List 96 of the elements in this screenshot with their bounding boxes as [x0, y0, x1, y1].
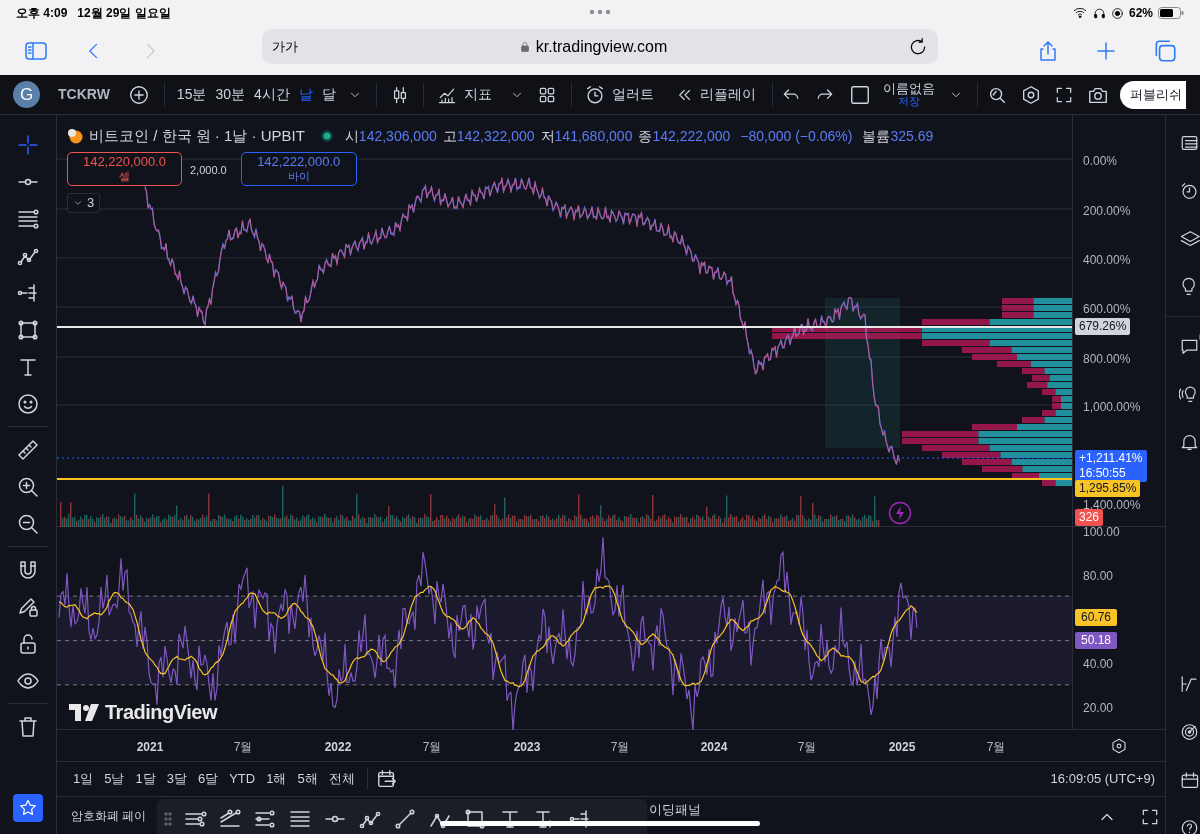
interval-tab[interactable]: 15분 [176, 84, 207, 105]
square-icon[interactable] [848, 83, 871, 106]
price-tag: 326 [1075, 509, 1104, 526]
sell-button[interactable]: 142,220,000.0 셀 [67, 152, 182, 186]
price-chart[interactable]: 비트코인 / 한국 원 · 1날 · UPBIT 시142,306,000 고142,322,000 저141,680,000 종142,222,000 −80,000 (−0.06%) 볼륨325.69 142,220,000.0 셀 2,000.0 142,222,000.0 바이 3 [57, 115, 1072, 527]
time-axis-label: 2021 [136, 739, 164, 756]
interval-tab[interactable]: 날 [298, 84, 313, 105]
text-size-button[interactable]: 가가 [272, 36, 298, 57]
buy-button[interactable]: 142,222,000.0 바이 [240, 152, 357, 186]
price-tag: 1,295.85% [1075, 480, 1141, 497]
wifi-icon [1071, 6, 1088, 20]
favorites-button[interactable] [13, 794, 43, 822]
time-axis-label: 7월 [986, 739, 1006, 756]
avatar[interactable]: G [13, 81, 40, 108]
url-text: kr.tradingview.com [535, 36, 668, 57]
range-button[interactable]: 3달 [166, 769, 187, 789]
go-to-date-icon[interactable] [375, 768, 398, 790]
interval-tab[interactable]: 4시간 [254, 84, 290, 105]
ohlc-value: 시142,306,000 [344, 126, 437, 146]
drag-handle-icon[interactable] [163, 810, 173, 828]
axis-label: 40.00 [1083, 656, 1114, 673]
add-circle-icon[interactable] [127, 83, 150, 106]
time-axis-label: 2024 [700, 739, 728, 756]
price-tag: 679.26% [1075, 318, 1131, 335]
time-axis-label: 7월 [422, 739, 442, 756]
range-button[interactable]: 1해 [266, 769, 287, 789]
price-tag: 50.18 [1075, 632, 1118, 649]
time-axis-label: 7월 [233, 739, 253, 756]
ohlc-value: 고142,322,000 [442, 126, 535, 146]
axis-label: 200.00% [1083, 203, 1131, 220]
layout-name-button[interactable]: 이름없음 저장 [882, 82, 935, 107]
publish-button[interactable]: 퍼블리쉬 [1119, 80, 1186, 109]
indicators-button[interactable]: 지표 [435, 84, 492, 105]
alert-button[interactable]: 얼러트 [583, 83, 654, 106]
multitask-dots-icon[interactable] [589, 9, 611, 15]
price-tag: 60.76 [1075, 609, 1118, 626]
range-button[interactable]: 5날 [104, 769, 125, 789]
axis-settings-icon[interactable] [1110, 737, 1128, 755]
time-axis-label: 7월 [610, 739, 630, 756]
bitcoin-logo-icon [67, 128, 83, 145]
ruler-icon[interactable] [16, 437, 40, 462]
price-axis[interactable]: 0.00% 200.00% 400.00% 600.00% 800.00% 1,000.00% 1,400.00% 679.26% +1,211.41% 16:50:55 1,295.85% 326 [1072, 115, 1165, 526]
range-button[interactable]: 전체 [328, 769, 355, 789]
change-value: −80,000 (−0.06%) [740, 126, 853, 146]
panel-tab-text[interactable]: 이딩패널 [649, 800, 701, 820]
battery-icon [1158, 7, 1184, 19]
range-button[interactable]: 5해 [297, 769, 318, 789]
headphones-icon [1092, 6, 1106, 20]
interval-tab[interactable]: 달 [321, 84, 336, 105]
panel-tab[interactable]: 암호화폐 페이 [71, 806, 147, 825]
range-button[interactable]: 1일 [73, 769, 94, 789]
volume-value: 볼륨325.69 [862, 126, 934, 146]
axis-label: 100.00 [1083, 524, 1120, 541]
crosshair-icon[interactable] [16, 132, 40, 157]
star-icon [18, 798, 38, 818]
time-axis-label: 7월 [797, 739, 817, 756]
range-button[interactable]: YTD [229, 769, 256, 789]
address-bar[interactable]: 가가 kr.tradingview.com [262, 29, 938, 64]
range-button[interactable]: 6달 [197, 769, 219, 789]
time-axis-label: 2022 [324, 739, 352, 756]
axis-label: 20.00 [1083, 700, 1114, 717]
axis-label: 800.00% [1083, 351, 1131, 368]
tradingview-logo-icon [69, 703, 99, 721]
axis-label: 600.00% [1083, 301, 1131, 318]
focus-icon [1110, 6, 1124, 20]
status-time: 오후 4:09 [16, 5, 68, 22]
time-axis-label: 2023 [513, 739, 541, 756]
trash-icon[interactable] [16, 714, 40, 739]
ohlc-value: 저141,680,000 [540, 126, 633, 146]
smiley-icon[interactable] [16, 391, 40, 416]
axis-label: 80.00 [1083, 568, 1114, 585]
market-status-dot [320, 130, 333, 143]
battery-percent: 62% [1128, 5, 1153, 22]
axis-label: 1,400.00% [1083, 497, 1141, 512]
symbol-name[interactable]: TCKRW [58, 84, 110, 105]
chevron-down-icon [73, 198, 83, 208]
axis-label: 400.00% [1083, 252, 1131, 269]
collapse-indicators-button[interactable]: 3 [67, 193, 101, 213]
rsi-chart[interactable]: TradingView [57, 527, 1072, 730]
lightning-icon[interactable] [888, 501, 912, 525]
interval-tab[interactable]: 30분 [215, 84, 245, 105]
replay-button[interactable]: 리플레이 [675, 84, 756, 105]
range-button[interactable]: 1달 [135, 769, 156, 789]
lock-icon [518, 39, 531, 54]
price-tag: +1,211.41% 16:50:55 [1075, 450, 1147, 482]
symbol-title[interactable]: 비트코인 / 한국 원 · 1날 · UPBIT [89, 125, 305, 148]
axis-label: 1,000.00% [1083, 399, 1141, 416]
time-axis-label: 2025 [888, 739, 916, 756]
axis-label: 0.00% [1083, 153, 1118, 170]
spread-value: 2,000.0 [190, 163, 227, 178]
ohlc-value: 종142,222,000 [638, 126, 731, 146]
tradingview-logo-text: TradingView [105, 700, 217, 725]
status-date: 12월 29일 일요일 [77, 5, 171, 22]
clock-text: 16:09:05 (UTC+9) [1050, 770, 1155, 789]
reload-icon[interactable] [908, 36, 928, 57]
expand-icon[interactable] [1140, 807, 1160, 827]
